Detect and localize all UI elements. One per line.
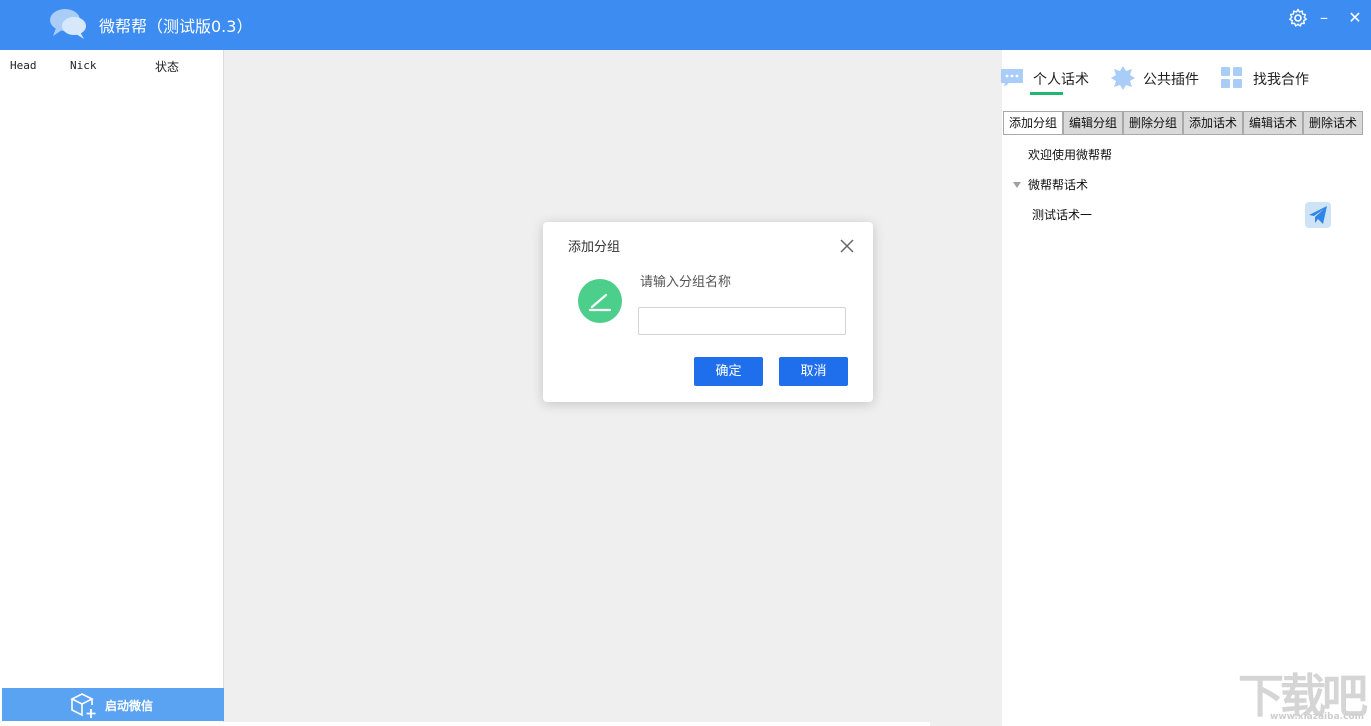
dialog-title: 添加分组	[568, 240, 621, 255]
tree-script-item[interactable]: 测试话术一	[1032, 206, 1092, 223]
watermark-logo: 下载吧 www.xiazaiba.com	[1238, 668, 1368, 724]
minimize-button[interactable]: –	[1312, 6, 1336, 30]
title-bar: 微帮帮（测试版0.3） – ✕	[0, 0, 1371, 50]
puzzle-icon	[1111, 66, 1135, 90]
add-group-button[interactable]: 添加分组	[1003, 111, 1063, 135]
dialog-prompt: 请输入分组名称	[640, 275, 732, 290]
tab-public-plugins[interactable]: 公共插件	[1110, 65, 1210, 93]
tree-group-label[interactable]: 微帮帮话术	[1028, 176, 1088, 193]
chat-bubbles-logo-icon	[50, 9, 86, 39]
app-title: 微帮帮（测试版0.3）	[99, 17, 253, 36]
send-script-button[interactable]	[1305, 202, 1331, 228]
tab-personal-scripts-label: 个人话术	[1033, 72, 1089, 88]
confirm-button[interactable]: 确定	[694, 357, 763, 386]
close-window-button[interactable]: ✕	[1343, 6, 1367, 30]
tab-public-plugins-label: 公共插件	[1143, 72, 1199, 88]
contact-list-panel: Head Nick 状态 启动微信	[0, 50, 224, 726]
grid-icon	[1221, 67, 1242, 88]
start-wechat-button[interactable]: 启动微信	[2, 688, 224, 721]
chat-bubble-icon	[1001, 69, 1023, 87]
add-group-dialog: 添加分组 请输入分组名称 确定 取消	[543, 222, 873, 402]
delete-script-button[interactable]: 删除话术	[1303, 111, 1363, 135]
tab-cooperate-label: 找我合作	[1253, 72, 1309, 88]
box-plus-icon	[70, 693, 96, 718]
column-nick: Nick	[70, 59, 97, 72]
tab-cooperate[interactable]: 找我合作	[1220, 65, 1320, 93]
column-head: Head	[10, 59, 37, 72]
add-script-button[interactable]: 添加话术	[1183, 111, 1243, 135]
delete-group-button[interactable]: 删除分组	[1123, 111, 1183, 135]
watermark-url: www.xiazaiba.com	[1270, 712, 1364, 722]
close-icon[interactable]	[837, 236, 857, 256]
start-wechat-label: 启动微信	[105, 699, 154, 713]
paper-plane-icon	[1309, 206, 1327, 224]
group-name-input[interactable]	[638, 307, 846, 335]
script-panel: 个人话术 公共插件 找我合作 添加分组 编辑分组 删除分组 添加话术 编辑话术 …	[1001, 50, 1371, 726]
status-strip	[0, 722, 930, 726]
gear-icon	[1289, 8, 1307, 27]
active-tab-indicator	[1030, 92, 1063, 95]
settings-button[interactable]	[1286, 6, 1310, 30]
edit-circle-icon	[578, 279, 622, 323]
tab-personal-scripts[interactable]: 个人话术	[1001, 65, 1097, 93]
minimize-icon: –	[1320, 8, 1328, 27]
edit-script-button[interactable]: 编辑话术	[1243, 111, 1303, 135]
column-status: 状态	[155, 60, 180, 74]
close-icon: ✕	[1348, 8, 1362, 27]
tree-item-welcome[interactable]: 欢迎使用微帮帮	[1028, 146, 1112, 163]
cancel-button[interactable]: 取消	[779, 357, 848, 386]
edit-group-button[interactable]: 编辑分组	[1063, 111, 1123, 135]
expand-triangle-icon[interactable]	[1012, 181, 1022, 189]
